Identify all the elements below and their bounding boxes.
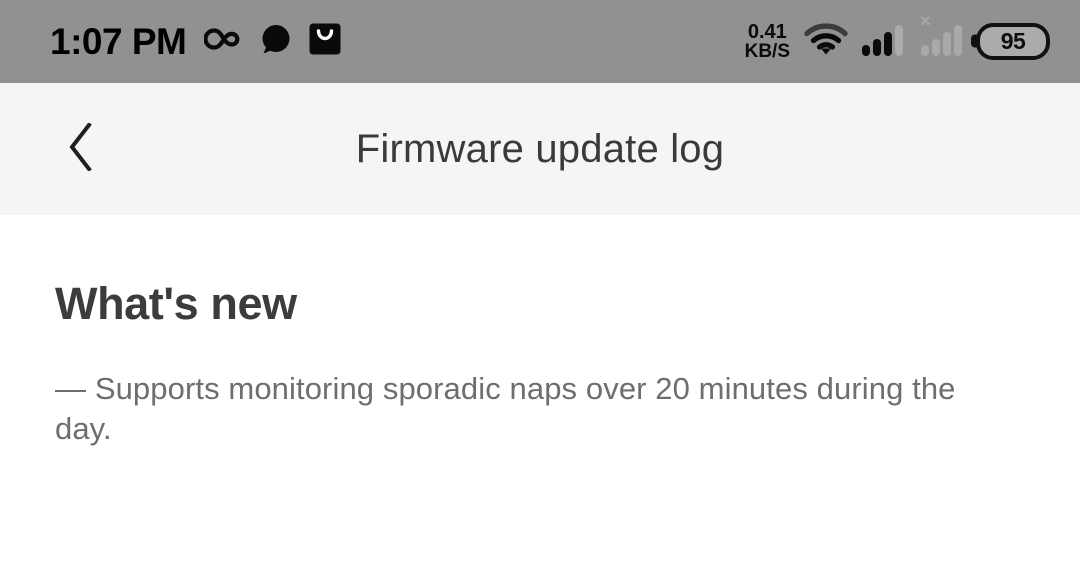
signal-bar xyxy=(884,32,892,57)
network-speed-unit: KB/S xyxy=(744,41,790,62)
nav-bar: Firmware update log xyxy=(0,83,1080,215)
chevron-left-icon xyxy=(68,121,94,176)
status-bar-clock: 1:07 PM xyxy=(50,21,187,62)
wifi-icon xyxy=(804,22,848,60)
network-speed-indicator: 0.41 KB/S xyxy=(744,20,790,62)
signal-bar xyxy=(895,25,903,57)
notification-icons xyxy=(203,23,341,61)
update-log-content: What's new — Supports monitoring sporadi… xyxy=(0,215,1080,561)
signal-bar xyxy=(954,25,962,57)
changelog-list: — Supports monitoring sporadic naps over… xyxy=(55,369,1025,450)
cellular-signal-no-sim-icon: × xyxy=(920,12,962,57)
firmware-update-log-screen: 1:07 PM 0.41 KB/S × 95 Firmware update l… xyxy=(0,0,1080,561)
status-bar: 1:07 PM 0.41 KB/S × 95 xyxy=(0,0,1080,83)
signal-bar xyxy=(862,45,870,57)
shopping-bag-icon xyxy=(309,23,341,60)
changelog-item: — Supports monitoring sporadic naps over… xyxy=(55,371,956,447)
page-title: Firmware update log xyxy=(355,126,725,171)
no-sim-x-icon: × xyxy=(920,11,931,32)
signal-bar xyxy=(873,39,881,57)
back-button[interactable] xyxy=(48,101,114,197)
whats-new-heading: What's new xyxy=(55,278,297,329)
infinity-icon xyxy=(203,26,242,57)
chat-bubble-icon xyxy=(259,23,292,61)
status-bar-left: 1:07 PM xyxy=(50,23,341,61)
status-bar-right: 0.41 KB/S × 95 xyxy=(744,12,1050,62)
signal-bar xyxy=(921,45,929,57)
network-speed-value: 0.41 xyxy=(747,20,787,43)
battery-indicator: 95 xyxy=(976,22,1050,60)
signal-bar xyxy=(932,39,940,57)
battery-level-label: 95 xyxy=(1000,27,1026,54)
signal-bar xyxy=(943,32,951,57)
cellular-signal-icon xyxy=(862,25,903,57)
